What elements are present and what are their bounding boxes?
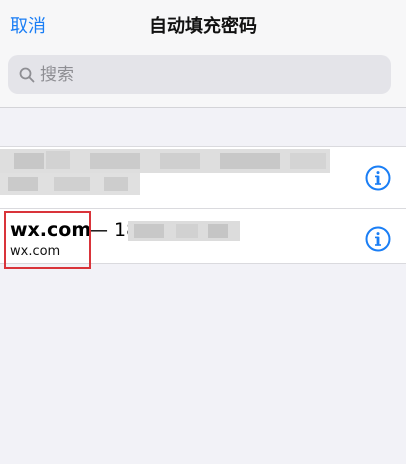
highlight-box (4, 211, 91, 269)
search-area (0, 50, 406, 108)
info-icon[interactable] (365, 165, 391, 191)
search-bar[interactable] (8, 55, 391, 94)
navigation-bar: 取消 自动填充密码 (0, 0, 406, 50)
search-input[interactable] (40, 55, 380, 94)
password-row[interactable]: wx.com — 18 wx.com (0, 208, 406, 269)
password-list: wx.com — 18 wx.com (0, 146, 406, 269)
info-icon[interactable] (365, 226, 391, 252)
search-icon (19, 67, 35, 83)
page-title: 自动填充密码 (149, 16, 257, 37)
password-row[interactable] (0, 147, 406, 207)
